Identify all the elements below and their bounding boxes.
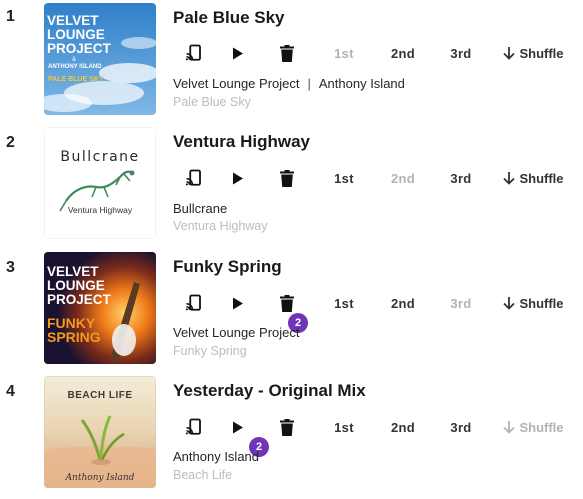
move-to-3rd-button[interactable]: 3rd — [446, 412, 476, 442]
album-art-image: Bullcrane Ventura Highway — [44, 127, 156, 239]
cast-icon — [185, 169, 201, 186]
shuffle-label: Shuffle — [519, 170, 564, 186]
play-button[interactable] — [226, 38, 250, 68]
album-art[interactable]: VELVET LOUNGE PROJECT & ANTHONY ISLAND P… — [44, 3, 156, 115]
shuffle-label: Shuffle — [519, 419, 564, 435]
cast-icon — [185, 294, 201, 311]
cast-button[interactable] — [181, 38, 207, 68]
track-row: 4 BEACH LIFE Anthony Island Yesterday - … — [0, 373, 583, 489]
track-controls: 1st 2nd 3rd Shuffle — [173, 163, 573, 193]
cast-button[interactable] — [181, 163, 207, 193]
shuffle-label: Shuffle — [519, 295, 564, 311]
move-to-2nd-button[interactable]: 2nd — [387, 412, 419, 442]
track-row: 3 VELVET LOUNGE PROJECT FUNKY SPRING Fun… — [0, 249, 583, 365]
delete-icon — [280, 294, 294, 312]
cast-icon — [185, 44, 201, 61]
track-rank: 3 — [6, 259, 15, 276]
track-album[interactable]: Funky Spring — [173, 344, 247, 358]
album-art-image: VELVET LOUNGE PROJECT & ANTHONY ISLAND P… — [44, 3, 156, 115]
delete-icon — [280, 169, 294, 187]
art-text: VELVET — [47, 13, 99, 28]
move-to-3rd-button[interactable]: 3rd — [446, 38, 476, 68]
art-text: Bullcrane — [60, 149, 139, 165]
delete-button[interactable] — [275, 412, 299, 442]
play-icon — [233, 421, 243, 433]
art-text: LOUNGE — [47, 278, 105, 293]
art-text: VELVET — [47, 264, 99, 279]
move-to-2nd-button[interactable]: 2nd — [387, 163, 419, 193]
album-art[interactable]: Bullcrane Ventura Highway — [44, 127, 156, 239]
shuffle-label: Shuffle — [519, 45, 564, 61]
delete-button[interactable] — [275, 163, 299, 193]
arrow-down-icon — [503, 421, 516, 434]
play-button[interactable] — [226, 163, 250, 193]
track-title: Yesterday - Original Mix — [173, 381, 366, 400]
play-button[interactable] — [226, 412, 250, 442]
arrow-down-icon — [503, 172, 516, 185]
cast-button[interactable] — [181, 288, 207, 318]
artist-link[interactable]: Bullcrane — [173, 201, 227, 216]
track-title: Ventura Highway — [173, 132, 310, 151]
shuffle-button[interactable]: Shuffle — [496, 38, 570, 68]
track-title: Pale Blue Sky — [173, 8, 285, 27]
move-to-2nd-button[interactable]: 2nd — [387, 38, 419, 68]
track-album[interactable]: Ventura Highway — [173, 219, 268, 233]
album-art[interactable]: VELVET LOUNGE PROJECT FUNKY SPRING — [44, 252, 156, 364]
delete-button[interactable] — [275, 38, 299, 68]
track-rank: 1 — [6, 8, 15, 25]
track-controls: 1st 2nd 3rd Shuffle — [173, 412, 573, 442]
move-to-3rd-button[interactable]: 3rd — [446, 163, 476, 193]
album-art[interactable]: BEACH LIFE Anthony Island — [44, 376, 156, 488]
track-album[interactable]: Beach Life — [173, 468, 232, 482]
track-artists: Anthony Island — [173, 449, 259, 464]
artist-separator: | — [307, 76, 311, 91]
cast-icon — [185, 418, 201, 435]
track-album[interactable]: Pale Blue Sky — [173, 95, 251, 109]
shuffle-button[interactable]: Shuffle — [496, 412, 570, 442]
play-button[interactable] — [226, 288, 250, 318]
move-to-1st-button[interactable]: 1st — [329, 163, 359, 193]
move-to-1st-button[interactable]: 1st — [329, 288, 359, 318]
shuffle-button[interactable]: Shuffle — [496, 163, 570, 193]
play-icon — [233, 297, 243, 309]
album-art-image: VELVET LOUNGE PROJECT FUNKY SPRING — [44, 252, 156, 364]
delete-icon — [280, 418, 294, 436]
artist-link[interactable]: Anthony Island — [319, 76, 405, 91]
art-text: BEACH LIFE — [68, 390, 133, 401]
move-to-1st-button[interactable]: 1st — [329, 38, 359, 68]
art-text: PROJECT — [47, 292, 112, 307]
move-to-3rd-button[interactable]: 3rd — [446, 288, 476, 318]
cast-button[interactable] — [181, 412, 207, 442]
art-text: PALE BLUE SKY — [48, 76, 104, 83]
play-icon — [233, 172, 243, 184]
play-icon — [233, 47, 243, 59]
art-text: & — [72, 57, 76, 63]
shuffle-button[interactable]: Shuffle — [496, 288, 570, 318]
art-text: PROJECT — [47, 41, 112, 56]
move-to-2nd-button[interactable]: 2nd — [387, 288, 419, 318]
artist-link[interactable]: Velvet Lounge Project — [173, 325, 299, 340]
delete-icon — [280, 44, 294, 62]
arrow-down-icon — [503, 297, 516, 310]
art-text: LOUNGE — [47, 27, 105, 42]
track-controls: 1st 2nd 3rd Shuffle — [173, 288, 573, 318]
track-row: 2 Bullcrane Ventura Highway Ventura High… — [0, 124, 583, 240]
artist-link[interactable]: Anthony Island — [173, 449, 259, 464]
track-title: Funky Spring — [173, 257, 282, 276]
artist-link[interactable]: Velvet Lounge Project — [173, 76, 299, 91]
track-row: 1 VELVET LOUNGE PROJECT & ANTHONY ISLAND… — [0, 0, 583, 116]
track-controls: 1st 2nd 3rd Shuffle — [173, 38, 573, 68]
track-artists: Velvet Lounge Project | Anthony Island — [173, 76, 405, 91]
art-text: SPRING — [47, 329, 101, 345]
art-text: ANTHONY ISLAND — [48, 64, 102, 70]
arrow-down-icon — [503, 47, 516, 60]
track-artists: Bullcrane — [173, 201, 227, 216]
art-text: Ventura Highway — [68, 205, 133, 215]
track-artists: Velvet Lounge Project — [173, 325, 299, 340]
track-rank: 4 — [6, 383, 15, 400]
art-text: Anthony Island — [65, 473, 135, 483]
move-to-1st-button[interactable]: 1st — [329, 412, 359, 442]
track-rank: 2 — [6, 134, 15, 151]
album-art-image: BEACH LIFE Anthony Island — [44, 376, 156, 488]
